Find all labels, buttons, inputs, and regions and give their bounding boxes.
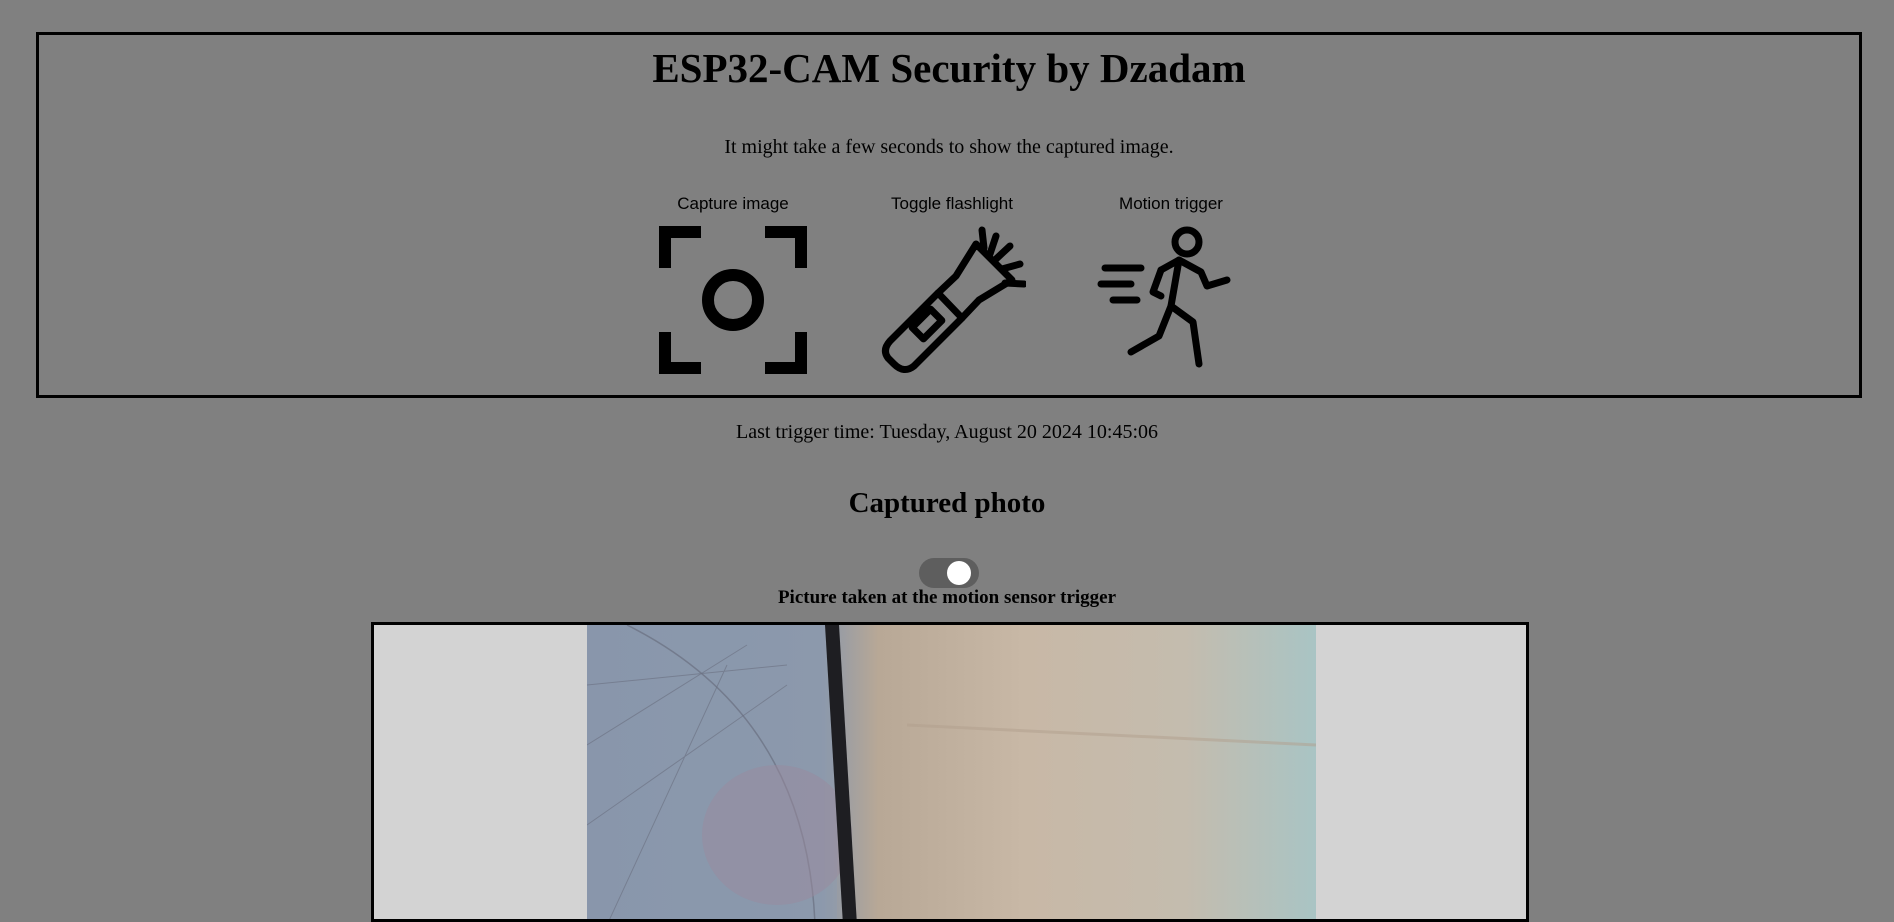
motion-trigger-button[interactable]: Motion trigger xyxy=(1086,192,1256,374)
capture-image-button[interactable]: Capture image xyxy=(648,192,818,374)
capture-image-label: Capture image xyxy=(677,194,789,213)
photo-caption: Picture taken at the motion sensor trigg… xyxy=(777,587,1117,608)
motion-trigger-label: Motion trigger xyxy=(1119,194,1223,213)
toggle-knob xyxy=(947,561,971,585)
header-panel: ESP32-CAM Security by Dzadam It might ta… xyxy=(36,32,1862,398)
subtitle: It might take a few seconds to show the … xyxy=(724,136,1174,158)
captured-photo xyxy=(587,625,1316,919)
camera-focus-icon xyxy=(659,226,807,374)
photo-content xyxy=(587,625,1316,919)
photo-source-toggle[interactable] xyxy=(919,558,979,588)
last-trigger-time: Last trigger time: Tuesday, August 20 20… xyxy=(735,421,1159,443)
captured-photo-title: Captured photo xyxy=(848,487,1046,519)
running-person-icon xyxy=(1097,226,1231,368)
page-title: ESP32-CAM Security by Dzadam xyxy=(652,45,1246,91)
flashlight-icon xyxy=(881,226,1026,373)
toggle-flashlight-button[interactable]: Toggle flashlight xyxy=(867,192,1037,374)
photo-frame xyxy=(371,622,1529,922)
toggle-flashlight-label: Toggle flashlight xyxy=(891,194,1013,213)
